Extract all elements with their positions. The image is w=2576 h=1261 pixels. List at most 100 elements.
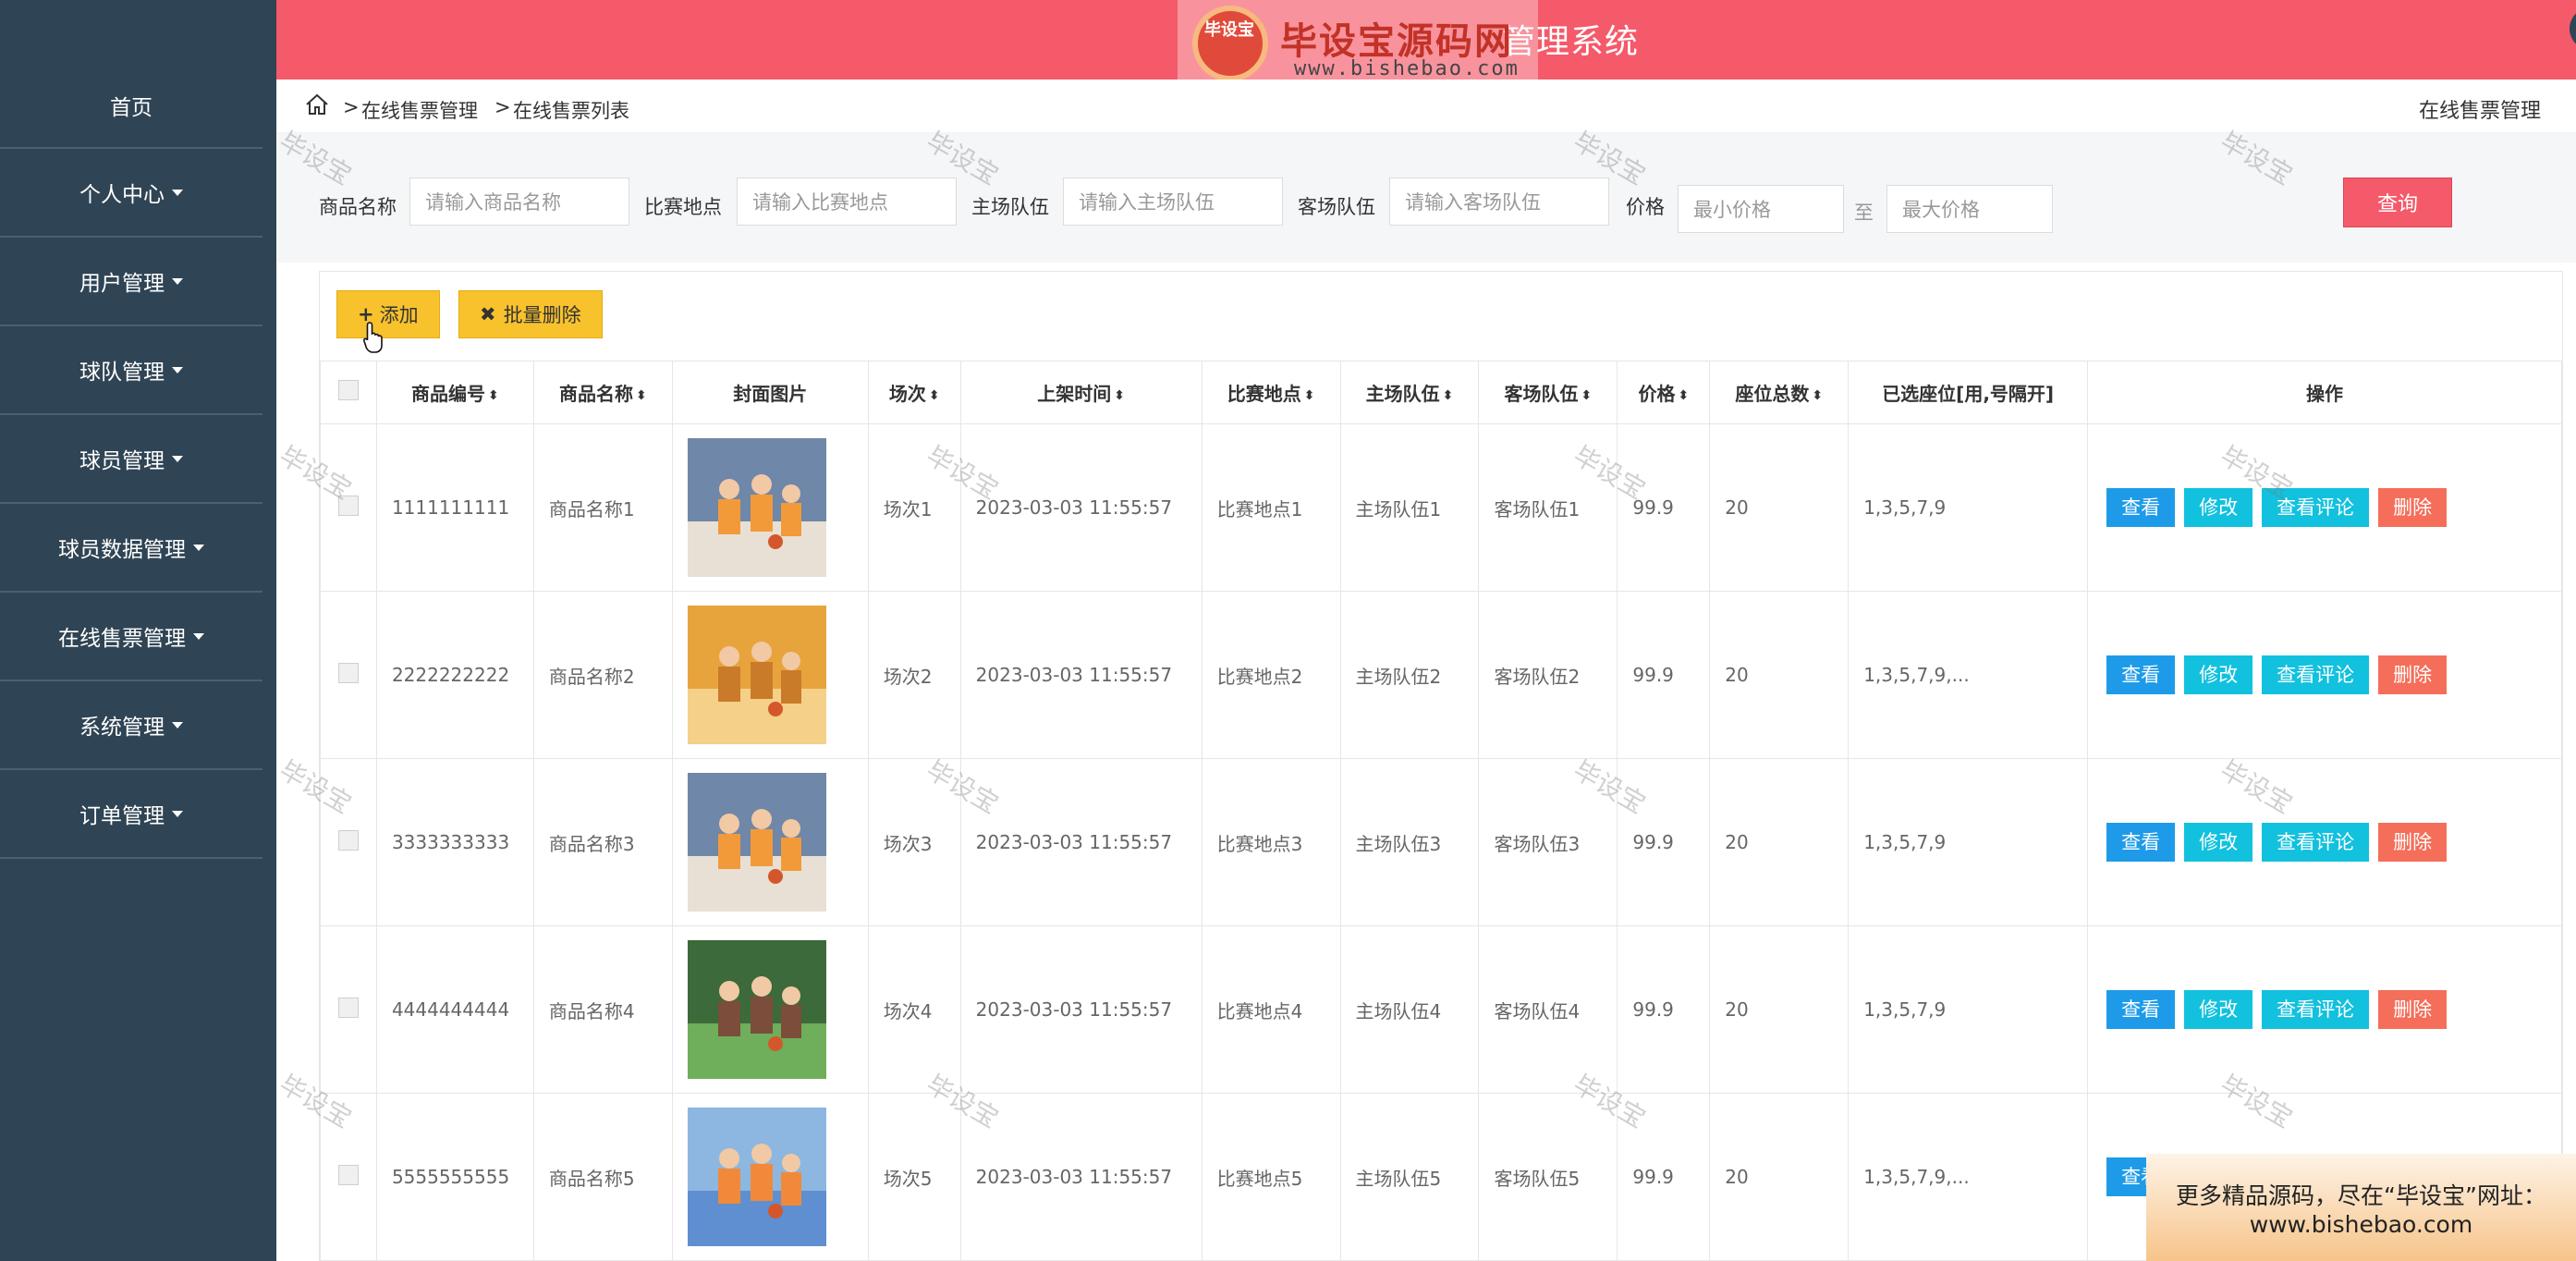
sidebar-item[interactable]: 球员数据管理 xyxy=(0,504,262,593)
breadcrumb-level1[interactable]: 在线售票管理 xyxy=(361,96,478,124)
row-checkbox[interactable] xyxy=(337,495,359,516)
add-button[interactable]: + 添加 xyxy=(336,290,440,338)
batch-delete-button[interactable]: ✖ 批量删除 xyxy=(458,290,603,338)
cover-image-cell xyxy=(671,591,869,759)
table-row: 3333333333 商品名称3 场次3 2023-03-03 11:55:57 比赛地… xyxy=(320,758,2562,926)
sidebar-item[interactable]: 用户管理 xyxy=(0,238,262,326)
cell-id: 3333333333 xyxy=(375,758,534,926)
venue-search-input[interactable]: 请输入比赛地点 xyxy=(737,178,957,226)
sidebar-item-label: 球员数据管理 xyxy=(58,538,186,562)
sidebar-item-label: 个人中心 xyxy=(79,183,165,207)
sort-icon[interactable]: ⬍ xyxy=(1114,388,1125,403)
max-price-input[interactable]: 最大价格 xyxy=(1886,185,2053,233)
sidebar-item-label: 系统管理 xyxy=(79,716,165,740)
cell-home: 主场队伍2 xyxy=(1339,591,1480,759)
cell-selected: 1,3,5,7,9 xyxy=(1848,758,2089,926)
view-button[interactable]: 查看 xyxy=(2106,655,2176,694)
view-button[interactable]: 查看 xyxy=(2106,488,2176,527)
sidebar-item-label: 在线售票管理 xyxy=(58,627,186,651)
edit-button[interactable]: 修改 xyxy=(2184,655,2253,694)
select-all-checkbox-cell[interactable] xyxy=(320,361,377,424)
home-team-search-input[interactable]: 请输入主场队伍 xyxy=(1063,178,1283,226)
sort-icon[interactable]: ⬍ xyxy=(1581,388,1593,403)
sort-icon[interactable]: ⬍ xyxy=(1812,388,1823,403)
delete-button[interactable]: 删除 xyxy=(2378,488,2448,527)
column-header-label: 主场队伍 xyxy=(1365,383,1440,405)
delete-button[interactable]: 删除 xyxy=(2378,823,2448,862)
name-search-input[interactable]: 请输入商品名称 xyxy=(409,178,629,226)
column-header[interactable]: 座位总数 ⬍ xyxy=(1709,361,1850,424)
column-header-label: 座位总数 xyxy=(1735,383,1810,405)
cell-time: 2023-03-03 11:55:57 xyxy=(959,423,1203,592)
column-header[interactable]: 商品名称 ⬍ xyxy=(532,361,673,424)
sidebar-item[interactable]: 在线售票管理 xyxy=(0,593,262,681)
column-header: 封面图片 xyxy=(671,361,869,424)
sort-icon[interactable]: ⬍ xyxy=(929,388,940,403)
cell-home: 主场队伍5 xyxy=(1339,1093,1480,1261)
batch-delete-label: 批量删除 xyxy=(503,304,581,326)
cell-seats: 20 xyxy=(1709,925,1850,1094)
sidebar-item[interactable]: 系统管理 xyxy=(0,681,262,770)
edit-button[interactable]: 修改 xyxy=(2184,990,2253,1029)
sort-icon[interactable]: ⬍ xyxy=(1678,388,1689,403)
sort-icon[interactable]: ⬍ xyxy=(488,388,499,403)
delete-button[interactable]: 删除 xyxy=(2378,990,2448,1029)
row-checkbox[interactable] xyxy=(337,662,359,683)
column-header[interactable]: 价格 ⬍ xyxy=(1617,361,1711,424)
cell-home: 主场队伍3 xyxy=(1339,758,1480,926)
row-checkbox[interactable] xyxy=(337,997,359,1018)
edit-button[interactable]: 修改 xyxy=(2184,488,2253,527)
column-header-label: 封面图片 xyxy=(733,383,808,405)
row-checkbox[interactable] xyxy=(337,829,359,851)
column-header[interactable]: 商品编号 ⬍ xyxy=(375,361,534,424)
sidebar-item[interactable]: 首页 xyxy=(0,0,262,149)
row-checkbox[interactable] xyxy=(337,1164,359,1185)
min-price-input[interactable]: 最小价格 xyxy=(1678,185,1844,233)
cell-name: 商品名称4 xyxy=(532,925,673,1094)
row-checkbox-cell[interactable] xyxy=(320,925,377,1094)
select-all-checkbox[interactable] xyxy=(337,380,359,400)
query-button[interactable]: 查询 xyxy=(2343,178,2452,227)
promo-banner[interactable]: 更多精品源码，尽在“毕设宝”网址： www.bishebao.com xyxy=(2146,1154,2576,1261)
sort-icon[interactable]: ⬍ xyxy=(636,388,647,403)
row-checkbox-cell[interactable] xyxy=(320,758,377,926)
column-header[interactable]: 上架时间 ⬍ xyxy=(959,361,1203,424)
column-header[interactable]: 主场队伍 ⬍ xyxy=(1339,361,1480,424)
column-header[interactable]: 客场队伍 ⬍ xyxy=(1478,361,1618,424)
sidebar-item[interactable]: 个人中心 xyxy=(0,149,262,238)
fullscreen-button[interactable] xyxy=(2570,7,2576,50)
row-checkbox-cell[interactable] xyxy=(320,591,377,759)
sidebar-item[interactable]: 球员管理 xyxy=(0,415,262,504)
view-comments-button[interactable]: 查看评论 xyxy=(2262,990,2370,1029)
view-button[interactable]: 查看 xyxy=(2106,823,2176,862)
row-checkbox-cell[interactable] xyxy=(320,423,377,592)
column-header[interactable]: 场次 ⬍ xyxy=(867,361,961,424)
edit-button[interactable]: 修改 xyxy=(2184,823,2253,862)
view-comments-button[interactable]: 查看评论 xyxy=(2262,823,2370,862)
hand-cursor-icon xyxy=(362,322,383,353)
sidebar-item-label: 球队管理 xyxy=(79,361,165,385)
column-header[interactable]: 比赛地点 ⬍ xyxy=(1201,361,1341,424)
away-team-search-input[interactable]: 请输入客场队伍 xyxy=(1389,178,1609,226)
cover-image xyxy=(687,606,826,744)
view-button[interactable]: 查看 xyxy=(2106,990,2176,1029)
cell-selected: 1,3,5,7,9 xyxy=(1848,423,2089,592)
sort-icon[interactable]: ⬍ xyxy=(1304,388,1315,403)
delete-button[interactable]: 删除 xyxy=(2378,655,2448,694)
range-to-label: 至 xyxy=(1854,202,1874,224)
view-comments-button[interactable]: 查看评论 xyxy=(2262,488,2370,527)
breadcrumb-level2: 在线售票列表 xyxy=(513,100,629,122)
home-icon[interactable] xyxy=(304,92,330,120)
sidebar-item[interactable]: 球队管理 xyxy=(0,326,262,415)
view-comments-button[interactable]: 查看评论 xyxy=(2262,655,2370,694)
cell-time: 2023-03-03 11:55:57 xyxy=(959,758,1203,926)
sort-icon[interactable]: ⬍ xyxy=(1443,388,1454,403)
home-team-label: 主场队伍 xyxy=(971,196,1049,218)
cell-time: 2023-03-03 11:55:57 xyxy=(959,925,1203,1094)
caret-down-icon xyxy=(172,810,183,817)
row-checkbox-cell[interactable] xyxy=(320,1093,377,1261)
column-header-label: 上架时间 xyxy=(1037,383,1112,405)
cell-name: 商品名称2 xyxy=(532,591,673,759)
sidebar-item[interactable]: 订单管理 xyxy=(0,770,262,859)
cell-time: 2023-03-03 11:55:57 xyxy=(959,1093,1203,1261)
